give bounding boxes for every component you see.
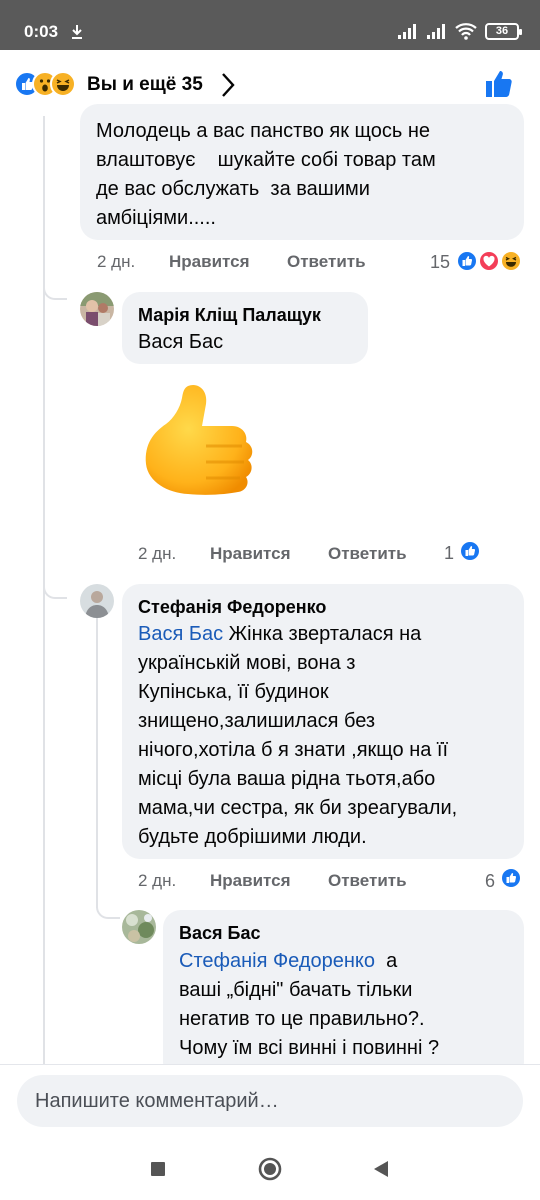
like-button[interactable]: Нравится bbox=[210, 542, 291, 566]
like-reaction-icon bbox=[459, 540, 481, 562]
avatar[interactable] bbox=[122, 910, 156, 944]
comment-text-start: а bbox=[375, 950, 398, 972]
chevron-right-icon[interactable] bbox=[221, 72, 235, 103]
comment-actions: 2 дн. Нравится Ответить bbox=[138, 869, 438, 893]
thumbs-up-sticker bbox=[140, 378, 264, 518]
comment-bubble: Вася Бас Стефанія Федоренко а ваші „бідн… bbox=[163, 910, 524, 1080]
comment-input[interactable] bbox=[17, 1075, 523, 1127]
comment-text-first-line: Стефанія Федоренко а bbox=[179, 947, 397, 976]
comment-bubble: Молодець а вас панство як щось не влашто… bbox=[80, 104, 524, 240]
comment-age: 2 дн. bbox=[138, 871, 177, 890]
reply-button[interactable]: Ответить bbox=[287, 250, 366, 274]
love-reaction-icon bbox=[478, 250, 500, 272]
mention-link[interactable]: Вася Бас bbox=[138, 623, 223, 645]
home-circle-icon[interactable] bbox=[255, 1154, 285, 1184]
signal-icon bbox=[398, 23, 420, 44]
reactions-summary-icons[interactable] bbox=[14, 71, 84, 97]
reaction-count[interactable]: 1 bbox=[444, 541, 454, 565]
comment-age: 2 дн. bbox=[97, 252, 136, 271]
avatar[interactable] bbox=[80, 584, 114, 618]
like-button[interactable]: Нравится bbox=[210, 869, 291, 893]
battery-icon: 36 bbox=[485, 23, 522, 40]
thread-branch bbox=[96, 895, 120, 919]
download-icon bbox=[70, 24, 84, 43]
back-triangle-icon[interactable] bbox=[366, 1154, 396, 1184]
comment-text-start: Жінка зверталася на bbox=[223, 623, 422, 645]
comment-text-first-line: Вася Бас Жінка зверталася на bbox=[138, 620, 421, 649]
reaction-count[interactable]: 6 bbox=[485, 869, 495, 893]
haha-reaction-icon bbox=[500, 250, 522, 272]
mention-link[interactable]: Стефанія Федоренко bbox=[179, 950, 375, 972]
thumbs-up-icon[interactable] bbox=[484, 69, 514, 104]
comment-author[interactable]: Стефанія Федоренко bbox=[138, 596, 326, 618]
recents-square-icon[interactable] bbox=[143, 1154, 173, 1184]
wifi-icon bbox=[455, 22, 477, 45]
like-button[interactable]: Нравится bbox=[169, 250, 250, 274]
status-bar: 0:03 36 bbox=[0, 0, 540, 50]
thread-branch bbox=[43, 575, 67, 599]
comment-bubble: Марія Кліщ Палащук Вася Бас bbox=[122, 292, 368, 364]
like-reaction-icon bbox=[500, 867, 522, 889]
comment-text: українській мові, вона з Купінська, її б… bbox=[138, 652, 458, 848]
comment-author[interactable]: Вася Бас bbox=[179, 922, 260, 944]
system-nav-bar bbox=[0, 1136, 540, 1200]
comment-text: Молодець а вас панство як щось не влашто… bbox=[96, 120, 436, 229]
mention-link[interactable]: Вася Бас bbox=[138, 328, 223, 357]
signal-icon-2 bbox=[427, 23, 449, 44]
avatar[interactable] bbox=[80, 292, 114, 326]
reaction-count[interactable]: 15 bbox=[430, 250, 450, 274]
comment-age: 2 дн. bbox=[138, 544, 177, 563]
comment-actions: 2 дн. Нравится Ответить bbox=[138, 542, 438, 566]
reply-button[interactable]: Ответить bbox=[328, 542, 407, 566]
reactions-summary-text[interactable]: Вы и ещё 35 bbox=[87, 73, 203, 97]
comment-author[interactable]: Марія Кліщ Палащук bbox=[138, 304, 321, 326]
comment-bubble: Стефанія Федоренко Вася Бас Жінка зверта… bbox=[122, 584, 524, 859]
haha-reaction-icon bbox=[50, 71, 76, 97]
status-time: 0:03 bbox=[24, 22, 59, 41]
comment-text: ваші „бідні" бачать тільки негатив то це… bbox=[179, 979, 440, 1059]
thread-branch bbox=[43, 276, 67, 300]
thread-line bbox=[96, 618, 98, 908]
comment-composer-bar bbox=[0, 1064, 540, 1136]
comment-actions: 2 дн. Нравится Ответить bbox=[97, 250, 397, 274]
like-reaction-icon bbox=[456, 250, 478, 272]
reply-button[interactable]: Ответить bbox=[328, 869, 407, 893]
